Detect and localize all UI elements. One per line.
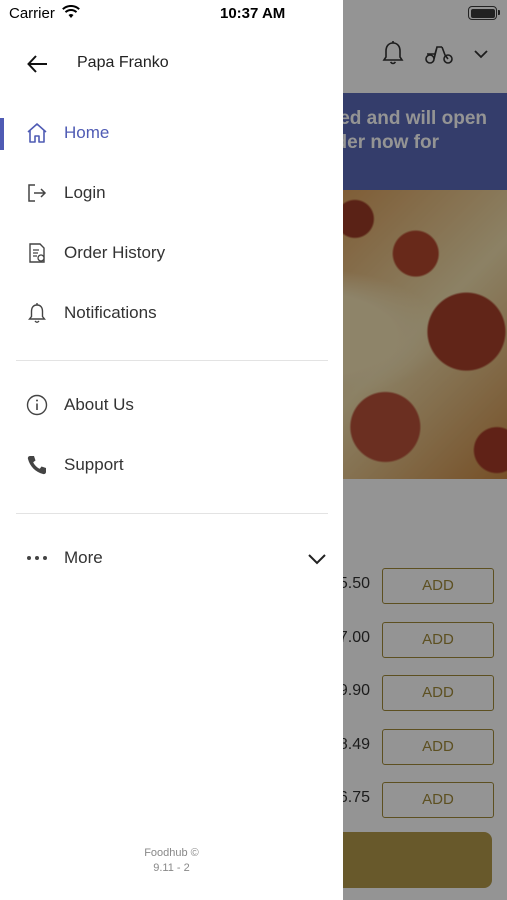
bell-icon <box>25 301 49 325</box>
menu-item-about-us[interactable]: About Us <box>0 380 343 432</box>
menu-item-order-history[interactable]: Order History <box>0 228 343 280</box>
footer-version: 9.11 - 2 <box>153 862 190 874</box>
menu-item-label: Login <box>64 183 106 202</box>
menu-item-home[interactable]: Home <box>0 108 343 160</box>
arrow-left-icon <box>27 55 47 73</box>
menu-item-label: Support <box>64 455 124 474</box>
wifi-icon <box>62 5 80 23</box>
active-indicator <box>0 118 4 150</box>
chevron-down-icon[interactable] <box>305 547 329 571</box>
navigation-drawer: Papa Franko Home Login Order History Not… <box>0 0 343 900</box>
more-dots-icon <box>25 546 49 570</box>
back-button[interactable] <box>24 50 52 78</box>
menu-item-label: Home <box>64 123 110 142</box>
status-bar: Carrier 10:37 AM <box>0 0 507 28</box>
battery-icon <box>468 6 500 20</box>
clock: 10:37 AM <box>220 5 286 22</box>
menu-item-more[interactable]: More <box>0 533 343 585</box>
menu-item-notifications[interactable]: Notifications <box>0 288 343 340</box>
menu-item-support[interactable]: Support <box>0 440 343 492</box>
menu-divider <box>16 513 328 514</box>
login-icon <box>25 181 49 205</box>
phone-icon <box>25 453 49 477</box>
drawer-header: Papa Franko <box>0 42 343 86</box>
menu-item-label: More <box>64 548 103 567</box>
menu-item-login[interactable]: Login <box>0 168 343 220</box>
carrier-label: Carrier <box>9 5 55 22</box>
menu-item-label: Notifications <box>64 303 157 322</box>
menu-item-label: About Us <box>64 395 134 414</box>
menu-divider <box>16 360 328 361</box>
restaurant-name: Papa Franko <box>77 54 169 71</box>
menu-item-label: Order History <box>64 243 166 262</box>
order-history-icon <box>25 241 49 265</box>
footer-brand: Foodhub © <box>144 847 199 859</box>
home-icon <box>25 121 49 145</box>
drawer-footer: Foodhub © 9.11 - 2 <box>0 846 343 876</box>
info-icon <box>25 393 49 417</box>
